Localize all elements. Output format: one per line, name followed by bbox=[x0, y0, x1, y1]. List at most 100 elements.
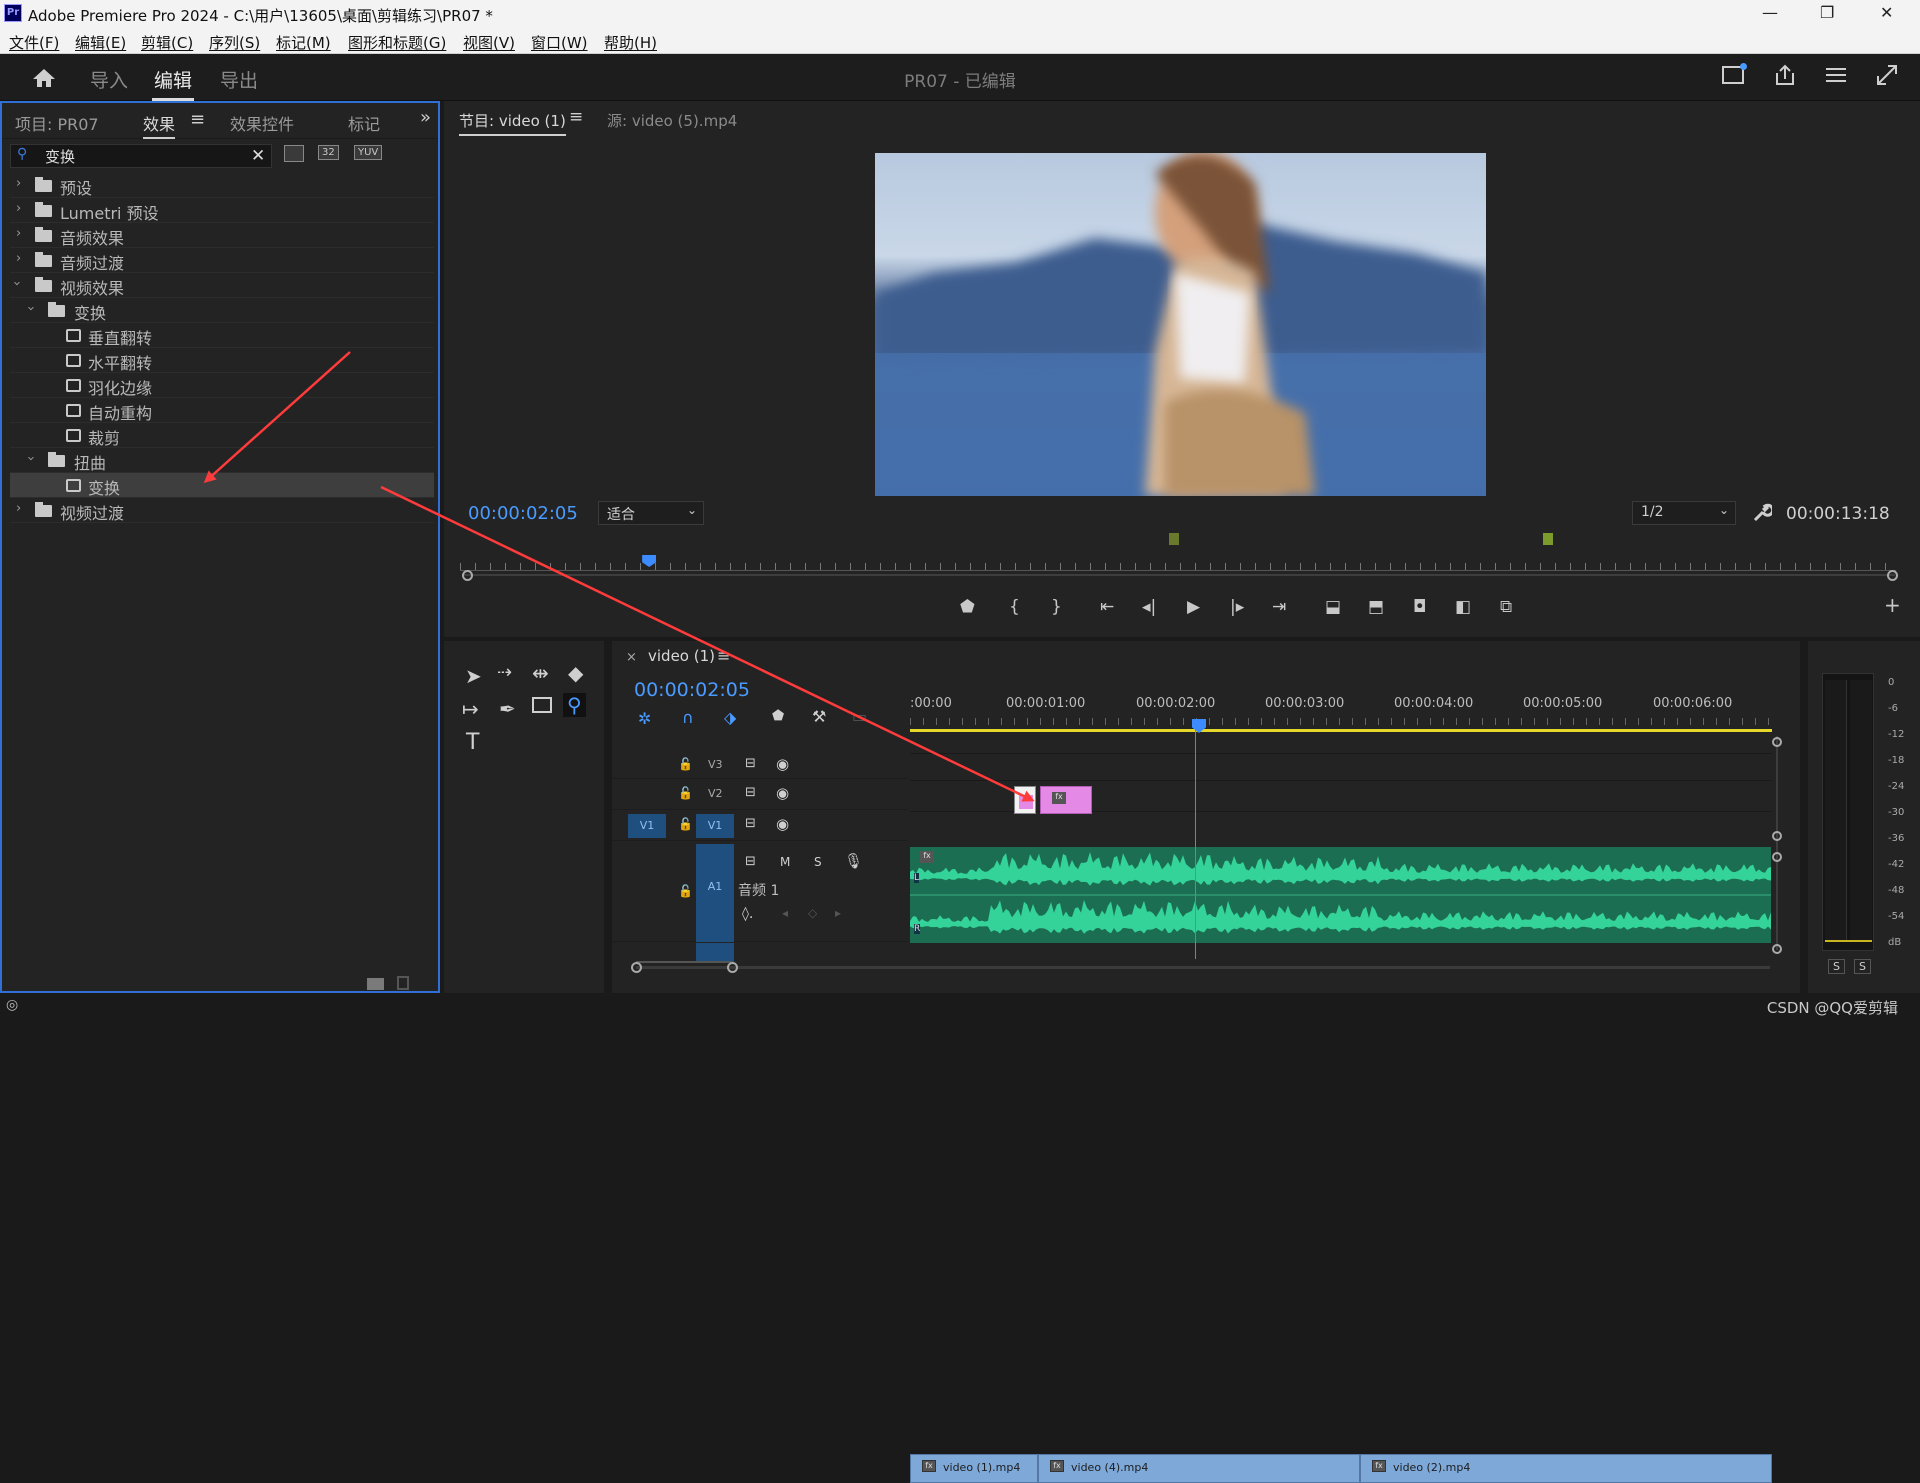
vscroll-handle[interactable] bbox=[1772, 737, 1782, 747]
chevron-down-icon[interactable]: › bbox=[23, 456, 38, 461]
solo-button[interactable]: S bbox=[814, 855, 822, 869]
go-to-in-icon[interactable]: ⇤ bbox=[1100, 597, 1114, 617]
track-select-tool-icon[interactable]: ⇢ bbox=[497, 662, 512, 683]
tree-item-presets[interactable]: › 预设 bbox=[10, 173, 434, 198]
marker-icon[interactable] bbox=[1169, 533, 1179, 545]
vscroll-handle[interactable] bbox=[1772, 944, 1782, 954]
zoom-handle-left[interactable] bbox=[462, 570, 473, 581]
accelerated-effects-icon[interactable] bbox=[284, 145, 304, 162]
button-editor-icon[interactable]: + bbox=[1884, 593, 1901, 617]
track-label-v1[interactable]: V1 bbox=[696, 814, 734, 838]
export-frame-icon[interactable]: ◘ bbox=[1413, 597, 1426, 617]
snap-icon[interactable]: ∩ bbox=[682, 708, 694, 727]
timeline-hscroll[interactable] bbox=[636, 966, 1770, 969]
effects-panel-menu-icon[interactable]: ≡ bbox=[190, 109, 205, 130]
timeline-settings-icon[interactable]: ⚒ bbox=[812, 707, 826, 726]
creative-cloud-icon[interactable]: ◎ bbox=[6, 997, 18, 1013]
chevron-right-icon[interactable]: › bbox=[16, 201, 21, 216]
mark-in-icon[interactable]: { bbox=[1009, 597, 1020, 617]
nest-toggle-icon[interactable]: ✲ bbox=[638, 709, 651, 728]
delete-icon[interactable] bbox=[397, 976, 409, 990]
tab-markers[interactable]: 标记 bbox=[348, 111, 380, 135]
tree-item-transform-folder[interactable]: › 变换 bbox=[10, 298, 434, 323]
menu-view[interactable]: 视图(V) bbox=[463, 32, 515, 53]
more-panels-icon[interactable]: » bbox=[420, 107, 431, 128]
razor-tool-icon[interactable]: ◆ bbox=[568, 661, 583, 685]
sequence-menu-icon[interactable]: ≡ bbox=[717, 646, 730, 665]
menu-markers[interactable]: 标记(M) bbox=[276, 32, 331, 53]
clip-video-1[interactable]: fx video (1).mp4 bbox=[910, 1454, 1038, 1483]
close-button[interactable]: ✕ bbox=[1880, 3, 1893, 22]
keyframe-icon[interactable]: ◊. bbox=[742, 906, 753, 922]
minimize-button[interactable]: — bbox=[1762, 3, 1778, 22]
hscroll-thumb[interactable] bbox=[636, 961, 732, 973]
lock-icon[interactable]: 🔓 bbox=[678, 757, 693, 771]
captions-icon[interactable]: ▭ bbox=[852, 707, 867, 726]
v2-clip-white[interactable] bbox=[1014, 786, 1036, 814]
step-forward-icon[interactable]: |▸ bbox=[1230, 597, 1244, 617]
effects-search[interactable]: ⚲ ✕ bbox=[10, 144, 272, 168]
yuv-effects-icon[interactable]: YUV bbox=[354, 145, 383, 160]
fit-dropdown[interactable]: 适合 ⌄ bbox=[598, 501, 704, 525]
source-patch-v1[interactable]: V1 bbox=[628, 814, 666, 838]
sync-lock-icon[interactable]: ⊟ bbox=[745, 854, 756, 869]
tree-item-lumetri-presets[interactable]: › Lumetri 预设 bbox=[10, 198, 434, 223]
timeline-vscroll[interactable] bbox=[1776, 736, 1778, 950]
new-bin-icon[interactable] bbox=[367, 978, 384, 990]
tree-item-audio-effects[interactable]: › 音频效果 bbox=[10, 223, 434, 248]
chevron-right-icon[interactable]: › bbox=[16, 176, 21, 191]
sync-lock-icon[interactable]: ⊟ bbox=[745, 785, 756, 800]
chevron-down-icon[interactable]: › bbox=[23, 306, 38, 311]
tree-item-video-transitions[interactable]: › 视频过渡 bbox=[10, 498, 434, 523]
clip-video-4[interactable]: fx video (4).mp4 bbox=[1038, 1454, 1360, 1483]
tree-item-auto-reframe[interactable]: 自动重构 bbox=[10, 398, 434, 423]
tab-project[interactable]: 项目: PR07 bbox=[15, 111, 99, 135]
tab-effect-controls[interactable]: 效果控件 bbox=[230, 111, 294, 135]
tab-program[interactable]: 节目: video (1) bbox=[459, 110, 566, 136]
close-sequence-icon[interactable]: × bbox=[626, 650, 637, 665]
go-to-out-icon[interactable]: ⇥ bbox=[1272, 597, 1286, 617]
pen-tool-icon[interactable]: ✒ bbox=[499, 697, 516, 721]
prev-keyframe-icon[interactable]: ◂ bbox=[782, 906, 788, 920]
sequence-tab[interactable]: video (1) bbox=[648, 647, 715, 665]
comparison-view-icon[interactable]: ◧ bbox=[1455, 597, 1471, 617]
timeline-timecode[interactable]: 00:00:02:05 bbox=[634, 679, 750, 701]
tree-item-crop[interactable]: 裁剪 bbox=[10, 423, 434, 448]
menu-window[interactable]: 窗口(W) bbox=[531, 32, 588, 53]
vscroll-handle[interactable] bbox=[1772, 852, 1782, 862]
v2-clip[interactable]: fx bbox=[1040, 786, 1092, 814]
sync-lock-icon[interactable]: ⊟ bbox=[745, 756, 756, 771]
add-keyframe-icon[interactable]: ◇ bbox=[808, 906, 817, 920]
ripple-edit-tool-icon[interactable]: ⇹ bbox=[532, 661, 549, 685]
linked-selection-icon[interactable]: ⬗ bbox=[724, 708, 736, 727]
proxy-toggle-icon[interactable]: ⧉ bbox=[1500, 597, 1512, 617]
work-area-bar[interactable] bbox=[910, 729, 1772, 732]
zoom-handle-right[interactable] bbox=[1887, 570, 1898, 581]
tab-source[interactable]: 源: video (5).mp4 bbox=[607, 110, 737, 131]
selection-tool-icon[interactable]: ➤ bbox=[465, 664, 482, 688]
track-label-a1[interactable]: A1 bbox=[696, 844, 734, 942]
fullscreen-icon[interactable] bbox=[1876, 64, 1898, 86]
eye-icon[interactable]: ◉ bbox=[776, 755, 789, 773]
add-marker-icon[interactable]: ⬟ bbox=[772, 708, 784, 724]
monitor-time-ruler[interactable] bbox=[460, 563, 1896, 571]
step-back-icon[interactable]: ◂| bbox=[1142, 597, 1156, 617]
resolution-dropdown[interactable]: 1/2 ⌄ bbox=[1632, 501, 1736, 525]
lock-icon[interactable]: 🔓 bbox=[678, 884, 693, 898]
wrench-icon[interactable] bbox=[1752, 503, 1772, 523]
eye-icon[interactable]: ◉ bbox=[776, 784, 789, 802]
chevron-right-icon[interactable]: › bbox=[16, 251, 21, 266]
monitor-zoom-bar[interactable] bbox=[463, 574, 1895, 576]
marker-icon[interactable] bbox=[1543, 533, 1553, 545]
clear-search-icon[interactable]: ✕ bbox=[251, 146, 265, 166]
eye-icon[interactable]: ◉ bbox=[776, 815, 789, 833]
lock-icon[interactable]: 🔓 bbox=[678, 786, 693, 800]
track-label-a2[interactable] bbox=[696, 943, 734, 963]
menu-help[interactable]: 帮助(H) bbox=[604, 32, 657, 53]
rectangle-tool-icon[interactable] bbox=[532, 697, 552, 713]
program-video-frame[interactable] bbox=[875, 153, 1486, 496]
tree-item-transform-effect[interactable]: 变换 bbox=[10, 473, 434, 498]
mark-out-icon[interactable]: } bbox=[1051, 597, 1062, 617]
hscroll-handle-left[interactable] bbox=[631, 962, 642, 973]
effects-search-input[interactable] bbox=[45, 147, 235, 165]
